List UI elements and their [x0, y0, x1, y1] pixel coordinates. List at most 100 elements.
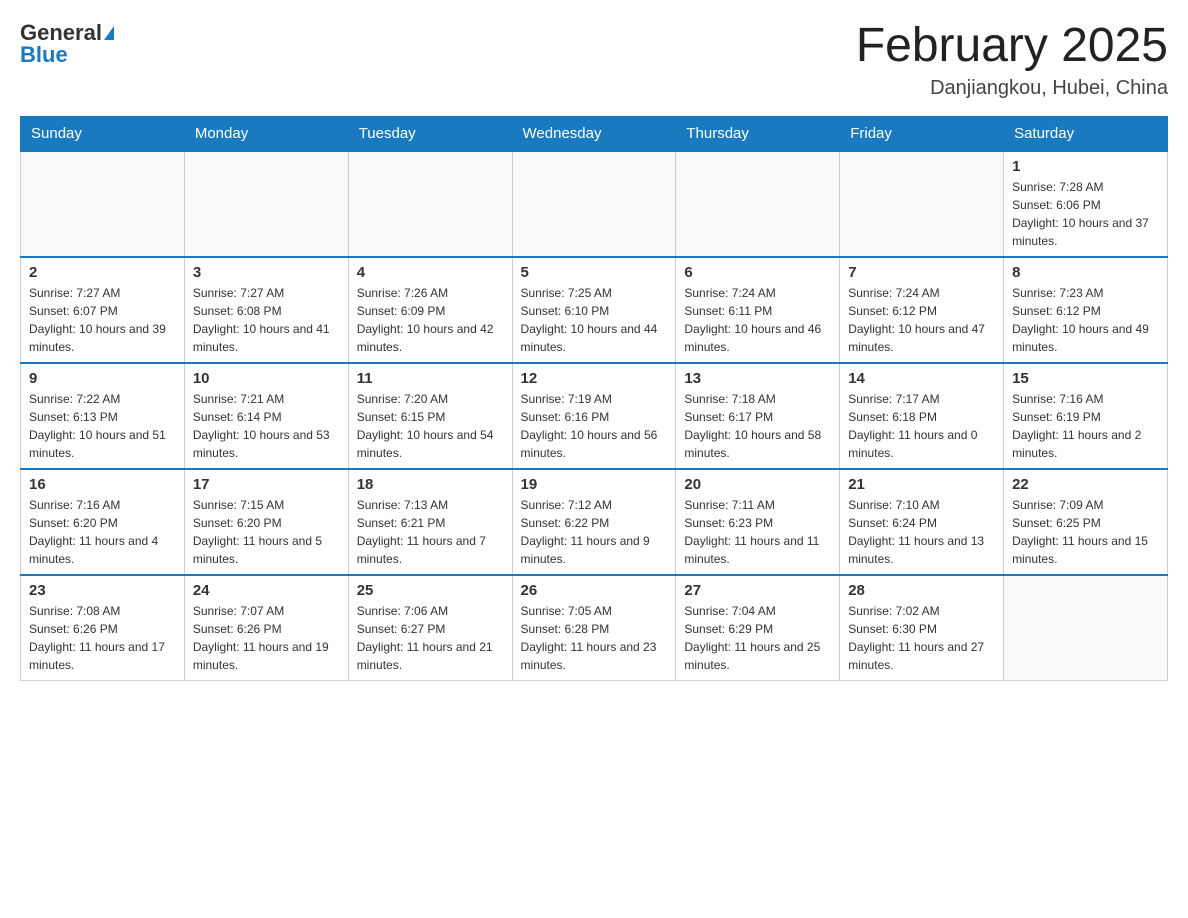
calendar-table: SundayMondayTuesdayWednesdayThursdayFrid… — [20, 116, 1168, 681]
day-number: 24 — [193, 582, 340, 599]
calendar-header-monday: Monday — [184, 116, 348, 151]
day-number: 17 — [193, 476, 340, 493]
calendar-cell — [348, 151, 512, 257]
calendar-week-row: 2 Sunrise: 7:27 AMSunset: 6:07 PMDaylight… — [21, 257, 1168, 363]
calendar-cell: 28 Sunrise: 7:02 AMSunset: 6:30 PMDayligh… — [840, 575, 1004, 681]
day-info: Sunrise: 7:02 AMSunset: 6:30 PMDaylight:… — [848, 602, 995, 674]
day-info: Sunrise: 7:11 AMSunset: 6:23 PMDaylight:… — [684, 496, 831, 568]
day-number: 11 — [357, 370, 504, 387]
day-info: Sunrise: 7:24 AMSunset: 6:12 PMDaylight:… — [848, 284, 995, 356]
calendar-header-friday: Friday — [840, 116, 1004, 151]
calendar-cell: 10Sunrise: 7:21 AMSunset: 6:14 PMDayligh… — [184, 363, 348, 469]
day-number: 23 — [29, 582, 176, 599]
day-number: 18 — [357, 476, 504, 493]
day-number: 10 — [193, 370, 340, 387]
calendar-header-row: SundayMondayTuesdayWednesdayThursdayFrid… — [21, 116, 1168, 151]
day-info: Sunrise: 7:28 AMSunset: 6:06 PMDaylight:… — [1012, 178, 1159, 250]
day-number: 5 — [521, 264, 668, 281]
calendar-week-row: 16 Sunrise: 7:16 AMSunset: 6:20 PMDayligh… — [21, 469, 1168, 575]
calendar-week-row: 23 Sunrise: 7:08 AMSunset: 6:26 PMDayligh… — [21, 575, 1168, 681]
page-header: General Blue February 2025 Danjiangkou, … — [20, 20, 1168, 100]
calendar-cell: 26 Sunrise: 7:05 AMSunset: 6:28 PMDayligh… — [512, 575, 676, 681]
day-info: Sunrise: 7:13 AMSunset: 6:21 PMDaylight:… — [357, 496, 504, 568]
calendar-header-wednesday: Wednesday — [512, 116, 676, 151]
calendar-cell: 9 Sunrise: 7:22 AMSunset: 6:13 PMDaylight… — [21, 363, 185, 469]
calendar-cell: 16 Sunrise: 7:16 AMSunset: 6:20 PMDayligh… — [21, 469, 185, 575]
day-number: 16 — [29, 476, 176, 493]
logo-blue-text: Blue — [20, 42, 68, 68]
calendar-header-sunday: Sunday — [21, 116, 185, 151]
calendar-cell: 2 Sunrise: 7:27 AMSunset: 6:07 PMDaylight… — [21, 257, 185, 363]
day-number: 13 — [684, 370, 831, 387]
calendar-cell: 19Sunrise: 7:12 AMSunset: 6:22 PMDayligh… — [512, 469, 676, 575]
day-info: Sunrise: 7:07 AMSunset: 6:26 PMDaylight:… — [193, 602, 340, 674]
calendar-cell: 1 Sunrise: 7:28 AMSunset: 6:06 PMDaylight… — [1004, 151, 1168, 257]
calendar-cell: 23 Sunrise: 7:08 AMSunset: 6:26 PMDayligh… — [21, 575, 185, 681]
day-number: 27 — [684, 582, 831, 599]
calendar-cell: 5 Sunrise: 7:25 AMSunset: 6:10 PMDaylight… — [512, 257, 676, 363]
calendar-cell — [1004, 575, 1168, 681]
calendar-cell — [512, 151, 676, 257]
day-info: Sunrise: 7:05 AMSunset: 6:28 PMDaylight:… — [521, 602, 668, 674]
day-number: 6 — [684, 264, 831, 281]
day-info: Sunrise: 7:04 AMSunset: 6:29 PMDaylight:… — [684, 602, 831, 674]
day-info: Sunrise: 7:10 AMSunset: 6:24 PMDaylight:… — [848, 496, 995, 568]
title-block: February 2025 Danjiangkou, Hubei, China — [856, 20, 1168, 100]
day-info: Sunrise: 7:17 AMSunset: 6:18 PMDaylight:… — [848, 390, 995, 462]
day-info: Sunrise: 7:09 AMSunset: 6:25 PMDaylight:… — [1012, 496, 1159, 568]
calendar-cell: 18 Sunrise: 7:13 AMSunset: 6:21 PMDayligh… — [348, 469, 512, 575]
calendar-cell: 8 Sunrise: 7:23 AMSunset: 6:12 PMDaylight… — [1004, 257, 1168, 363]
calendar-header-thursday: Thursday — [676, 116, 840, 151]
calendar-cell: 3 Sunrise: 7:27 AMSunset: 6:08 PMDaylight… — [184, 257, 348, 363]
day-number: 4 — [357, 264, 504, 281]
day-number: 20 — [684, 476, 831, 493]
calendar-header-saturday: Saturday — [1004, 116, 1168, 151]
calendar-cell — [21, 151, 185, 257]
calendar-cell: 22 Sunrise: 7:09 AMSunset: 6:25 PMDayligh… — [1004, 469, 1168, 575]
day-info: Sunrise: 7:26 AMSunset: 6:09 PMDaylight:… — [357, 284, 504, 356]
day-info: Sunrise: 7:25 AMSunset: 6:10 PMDaylight:… — [521, 284, 668, 356]
day-number: 2 — [29, 264, 176, 281]
day-info: Sunrise: 7:08 AMSunset: 6:26 PMDaylight:… — [29, 602, 176, 674]
day-info: Sunrise: 7:27 AMSunset: 6:08 PMDaylight:… — [193, 284, 340, 356]
day-number: 15 — [1012, 370, 1159, 387]
day-number: 21 — [848, 476, 995, 493]
calendar-week-row: 9 Sunrise: 7:22 AMSunset: 6:13 PMDaylight… — [21, 363, 1168, 469]
day-info: Sunrise: 7:19 AMSunset: 6:16 PMDaylight:… — [521, 390, 668, 462]
day-number: 7 — [848, 264, 995, 281]
day-number: 12 — [521, 370, 668, 387]
calendar-cell — [840, 151, 1004, 257]
day-number: 1 — [1012, 158, 1159, 175]
calendar-cell: 15 Sunrise: 7:16 AMSunset: 6:19 PMDayligh… — [1004, 363, 1168, 469]
day-number: 22 — [1012, 476, 1159, 493]
calendar-cell: 21 Sunrise: 7:10 AMSunset: 6:24 PMDayligh… — [840, 469, 1004, 575]
day-info: Sunrise: 7:15 AMSunset: 6:20 PMDaylight:… — [193, 496, 340, 568]
day-info: Sunrise: 7:23 AMSunset: 6:12 PMDaylight:… — [1012, 284, 1159, 356]
calendar-week-row: 1 Sunrise: 7:28 AMSunset: 6:06 PMDaylight… — [21, 151, 1168, 257]
day-number: 26 — [521, 582, 668, 599]
day-number: 9 — [29, 370, 176, 387]
day-info: Sunrise: 7:16 AMSunset: 6:20 PMDaylight:… — [29, 496, 176, 568]
day-info: Sunrise: 7:16 AMSunset: 6:19 PMDaylight:… — [1012, 390, 1159, 462]
day-info: Sunrise: 7:27 AMSunset: 6:07 PMDaylight:… — [29, 284, 176, 356]
day-number: 28 — [848, 582, 995, 599]
day-number: 14 — [848, 370, 995, 387]
calendar-cell: 7 Sunrise: 7:24 AMSunset: 6:12 PMDaylight… — [840, 257, 1004, 363]
calendar-cell: 27 Sunrise: 7:04 AMSunset: 6:29 PMDayligh… — [676, 575, 840, 681]
day-number: 25 — [357, 582, 504, 599]
month-title: February 2025 — [856, 20, 1168, 73]
calendar-cell: 4 Sunrise: 7:26 AMSunset: 6:09 PMDaylight… — [348, 257, 512, 363]
day-number: 19 — [521, 476, 668, 493]
logo-triangle-icon — [104, 26, 114, 40]
day-info: Sunrise: 7:24 AMSunset: 6:11 PMDaylight:… — [684, 284, 831, 356]
day-number: 3 — [193, 264, 340, 281]
logo: General Blue — [20, 20, 114, 68]
day-info: Sunrise: 7:22 AMSunset: 6:13 PMDaylight:… — [29, 390, 176, 462]
calendar-cell — [676, 151, 840, 257]
calendar-cell: 17 Sunrise: 7:15 AMSunset: 6:20 PMDayligh… — [184, 469, 348, 575]
day-number: 8 — [1012, 264, 1159, 281]
calendar-cell: 13Sunrise: 7:18 AMSunset: 6:17 PMDayligh… — [676, 363, 840, 469]
calendar-cell: 24 Sunrise: 7:07 AMSunset: 6:26 PMDayligh… — [184, 575, 348, 681]
calendar-cell: 6 Sunrise: 7:24 AMSunset: 6:11 PMDaylight… — [676, 257, 840, 363]
calendar-cell: 25Sunrise: 7:06 AMSunset: 6:27 PMDayligh… — [348, 575, 512, 681]
